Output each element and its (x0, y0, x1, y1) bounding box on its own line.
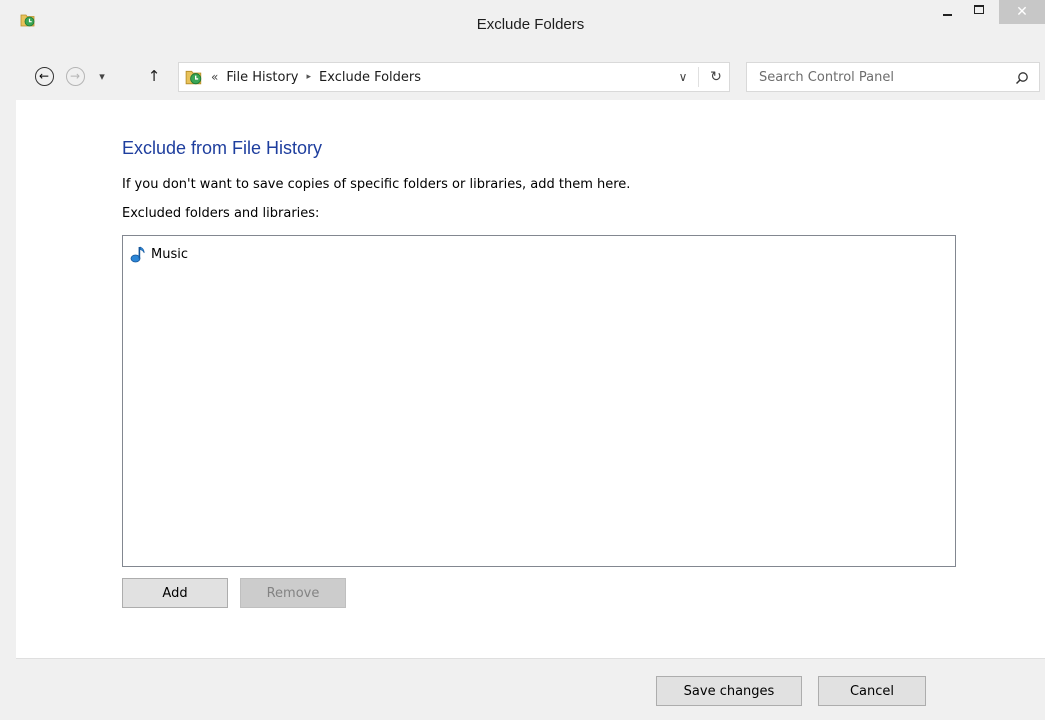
refresh-button[interactable]: ↻ (703, 69, 729, 85)
minimize-button[interactable] (931, 0, 963, 24)
up-button[interactable]: ↑ (144, 66, 164, 86)
address-divider (698, 67, 699, 87)
music-library-icon (130, 246, 145, 263)
file-history-icon (185, 70, 202, 85)
search-input[interactable] (759, 69, 999, 85)
recent-locations-button[interactable]: ▾ (92, 66, 112, 86)
save-changes-button[interactable]: Save changes (656, 676, 802, 706)
address-dropdown-button[interactable]: ∨ (672, 70, 694, 84)
content-pane: Exclude from File History If you don't w… (16, 100, 1045, 658)
breadcrumb-item-file-history[interactable]: File History (226, 70, 298, 85)
excluded-list-label: Excluded folders and libraries: (122, 206, 320, 221)
window-controls: ✕ (931, 0, 1045, 32)
up-arrow-icon: ↑ (147, 67, 161, 85)
cancel-button[interactable]: Cancel (818, 676, 926, 706)
maximize-icon (974, 4, 984, 14)
footer-bar: Save changes Cancel (16, 659, 1045, 720)
breadcrumb-item-exclude-folders[interactable]: Exclude Folders (319, 70, 421, 85)
navigation-bar: ← → ▾ ↑ « File History ▸ Exclude Folders… (8, 54, 1045, 98)
close-icon: ✕ (1016, 4, 1028, 20)
breadcrumb-overflow-button[interactable]: « (211, 70, 218, 84)
minimize-icon (942, 14, 952, 16)
forward-arrow-icon: → (65, 66, 85, 86)
address-bar[interactable]: « File History ▸ Exclude Folders ∨ ↻ (178, 62, 730, 92)
list-item-label: Music (151, 246, 188, 262)
forward-button[interactable]: → (65, 66, 85, 86)
breadcrumb-separator-icon[interactable]: ▸ (306, 72, 311, 82)
back-arrow-icon: ← (34, 66, 54, 86)
close-button[interactable]: ✕ (999, 0, 1045, 24)
window-title: Exclude Folders (476, 16, 585, 33)
search-box[interactable] (746, 62, 1040, 92)
title-bar: Exclude Folders ✕ (8, 0, 1045, 48)
page-title: Exclude from File History (122, 138, 323, 158)
add-button[interactable]: Add (122, 578, 228, 608)
address-bar-actions: ∨ ↻ (672, 63, 729, 91)
excluded-folders-list[interactable]: Music (122, 235, 956, 567)
search-icon[interactable] (1015, 71, 1029, 85)
page-description: If you don't want to save copies of spec… (122, 177, 631, 192)
window: Exclude Folders ✕ ← → ▾ ↑ « File History… (0, 0, 1045, 720)
list-item-music[interactable]: Music (129, 244, 188, 264)
remove-button[interactable]: Remove (240, 578, 346, 608)
back-button[interactable]: ← (34, 66, 54, 86)
maximize-button[interactable] (963, 0, 995, 24)
chevron-down-icon: ▾ (99, 69, 105, 83)
